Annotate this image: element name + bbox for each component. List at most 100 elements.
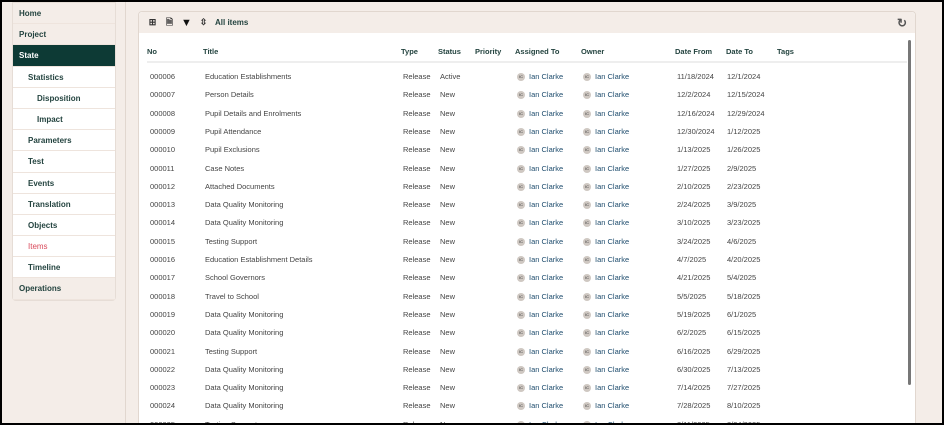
scrollbar[interactable] — [908, 40, 911, 385]
column-header-date-to[interactable]: Date To — [726, 47, 753, 56]
table-row[interactable]: 000015 Testing Support Release New IC Ian Cla… — [147, 233, 907, 251]
user-name[interactable]: Ian Clarke — [529, 383, 563, 392]
sidebar-item-project[interactable]: Project — [13, 24, 115, 46]
user-name[interactable]: Ian Clarke — [595, 145, 629, 154]
cell-asg[interactable]: IC Ian Clarke — [517, 343, 563, 361]
filter-icon[interactable]: ▼ — [181, 17, 192, 29]
user-name[interactable]: Ian Clarke — [595, 255, 629, 264]
column-header-owner[interactable]: Owner — [581, 47, 604, 56]
table-row[interactable]: 000011 Case Notes Release New IC Ian Clarke IC… — [147, 160, 907, 178]
cell-own[interactable]: IC Ian Clarke — [583, 196, 629, 214]
cell-own[interactable]: IC Ian Clarke — [583, 416, 629, 423]
export-icon[interactable]: 🗎 — [164, 17, 175, 28]
sidebar-item-items[interactable]: Items — [13, 236, 115, 258]
user-name[interactable]: Ian Clarke — [595, 90, 629, 99]
table-row[interactable]: 000021 Testing Support Release New IC Ian Cla… — [147, 343, 907, 361]
user-name[interactable]: Ian Clarke — [595, 292, 629, 301]
refresh-icon[interactable]: ↻ — [897, 16, 907, 30]
user-name[interactable]: Ian Clarke — [529, 328, 563, 337]
user-name[interactable]: Ian Clarke — [529, 420, 563, 423]
cell-asg[interactable]: IC Ian Clarke — [517, 361, 563, 379]
user-name[interactable]: Ian Clarke — [595, 72, 629, 81]
user-name[interactable]: Ian Clarke — [529, 72, 563, 81]
cell-own[interactable]: IC Ian Clarke — [583, 343, 629, 361]
cell-own[interactable]: IC Ian Clarke — [583, 306, 629, 324]
sidebar-item-statistics[interactable]: Statistics — [13, 67, 115, 88]
cell-asg[interactable]: IC Ian Clarke — [517, 160, 563, 178]
cell-asg[interactable]: IC Ian Clarke — [517, 86, 563, 104]
user-name[interactable]: Ian Clarke — [529, 365, 563, 374]
cell-asg[interactable]: IC Ian Clarke — [517, 251, 563, 269]
sidebar-item-objects[interactable]: Objects — [13, 215, 115, 237]
view-label[interactable]: All items — [215, 18, 248, 27]
column-header-assigned-to[interactable]: Assigned To — [515, 47, 559, 56]
user-name[interactable]: Ian Clarke — [529, 310, 563, 319]
sidebar-item-impact[interactable]: Impact — [13, 109, 115, 131]
user-name[interactable]: Ian Clarke — [595, 164, 629, 173]
column-header-priority[interactable]: Priority — [475, 47, 501, 56]
cell-asg[interactable]: IC Ian Clarke — [517, 178, 563, 196]
cell-asg[interactable]: IC Ian Clarke — [517, 269, 563, 287]
user-name[interactable]: Ian Clarke — [595, 328, 629, 337]
user-name[interactable]: Ian Clarke — [595, 127, 629, 136]
cell-own[interactable]: IC Ian Clarke — [583, 324, 629, 342]
column-header-tags[interactable]: Tags — [777, 47, 794, 56]
user-name[interactable]: Ian Clarke — [529, 164, 563, 173]
cell-asg[interactable]: IC Ian Clarke — [517, 141, 563, 159]
user-name[interactable]: Ian Clarke — [595, 109, 629, 118]
sort-icon[interactable]: ⇳ — [198, 17, 209, 28]
user-name[interactable]: Ian Clarke — [529, 401, 563, 410]
column-header-date-from[interactable]: Date From — [675, 47, 712, 56]
user-name[interactable]: Ian Clarke — [595, 237, 629, 246]
table-row[interactable]: 000020 Data Quality Monitoring Release New I… — [147, 324, 907, 342]
table-row[interactable]: 000013 Data Quality Monitoring Release New I… — [147, 196, 907, 214]
cell-own[interactable]: IC Ian Clarke — [583, 379, 629, 397]
user-name[interactable]: Ian Clarke — [529, 109, 563, 118]
user-name[interactable]: Ian Clarke — [529, 292, 563, 301]
sidebar-item-timeline[interactable]: Timeline — [13, 257, 115, 279]
user-name[interactable]: Ian Clarke — [529, 347, 563, 356]
cell-asg[interactable]: IC Ian Clarke — [517, 233, 563, 251]
cell-asg[interactable]: IC Ian Clarke — [517, 306, 563, 324]
cell-own[interactable]: IC Ian Clarke — [583, 105, 629, 123]
table-row[interactable]: 000009 Pupil Attendance Release New IC Ian Cl… — [147, 123, 907, 141]
cell-asg[interactable]: IC Ian Clarke — [517, 416, 563, 423]
column-header-no[interactable]: No — [147, 47, 157, 56]
user-name[interactable]: Ian Clarke — [529, 182, 563, 191]
table-row[interactable]: 000006 Education Establishments Release Act… — [147, 68, 907, 86]
table-row[interactable]: 000024 Data Quality Monitoring Release New I… — [147, 397, 907, 415]
cell-asg[interactable]: IC Ian Clarke — [517, 123, 563, 141]
table-row[interactable]: 000012 Attached Documents Release New IC Ian … — [147, 178, 907, 196]
column-header-type[interactable]: Type — [401, 47, 418, 56]
user-name[interactable]: Ian Clarke — [595, 365, 629, 374]
table-row[interactable]: 000007 Person Details Release New IC Ian Clar… — [147, 86, 907, 104]
user-name[interactable]: Ian Clarke — [595, 383, 629, 392]
cell-asg[interactable]: IC Ian Clarke — [517, 196, 563, 214]
cell-asg[interactable]: IC Ian Clarke — [517, 397, 563, 415]
cell-own[interactable]: IC Ian Clarke — [583, 251, 629, 269]
table-row[interactable]: 000019 Data Quality Monitoring Release New I… — [147, 306, 907, 324]
cell-own[interactable]: IC Ian Clarke — [583, 361, 629, 379]
sidebar-item-parameters[interactable]: Parameters — [13, 130, 115, 152]
cell-own[interactable]: IC Ian Clarke — [583, 86, 629, 104]
cell-own[interactable]: IC Ian Clarke — [583, 397, 629, 415]
table-row[interactable]: 000025 Testing Support Release New IC Ian Cla… — [147, 416, 907, 423]
table-row[interactable]: 000014 Data Quality Monitoring Release New I… — [147, 214, 907, 232]
cell-asg[interactable]: IC Ian Clarke — [517, 68, 563, 86]
add-icon[interactable]: ⊞ — [147, 17, 158, 28]
table-row[interactable]: 000008 Pupil Details and Enrolments Releas… — [147, 105, 907, 123]
table-row[interactable]: 000017 School Governors Release New IC Ian Cl… — [147, 269, 907, 287]
table-row[interactable]: 000016 Education Establishment Details Rel… — [147, 251, 907, 269]
sidebar-item-events[interactable]: Events — [13, 173, 115, 194]
table-row[interactable]: 000010 Pupil Exclusions Release New IC Ian Cl… — [147, 141, 907, 159]
user-name[interactable]: Ian Clarke — [595, 182, 629, 191]
sidebar-item-disposition[interactable]: Disposition — [13, 88, 115, 109]
user-name[interactable]: Ian Clarke — [529, 127, 563, 136]
cell-own[interactable]: IC Ian Clarke — [583, 141, 629, 159]
sidebar-item-state[interactable]: State — [13, 45, 115, 67]
cell-own[interactable]: IC Ian Clarke — [583, 214, 629, 232]
cell-own[interactable]: IC Ian Clarke — [583, 178, 629, 196]
user-name[interactable]: Ian Clarke — [595, 420, 629, 423]
cell-asg[interactable]: IC Ian Clarke — [517, 379, 563, 397]
user-name[interactable]: Ian Clarke — [595, 218, 629, 227]
